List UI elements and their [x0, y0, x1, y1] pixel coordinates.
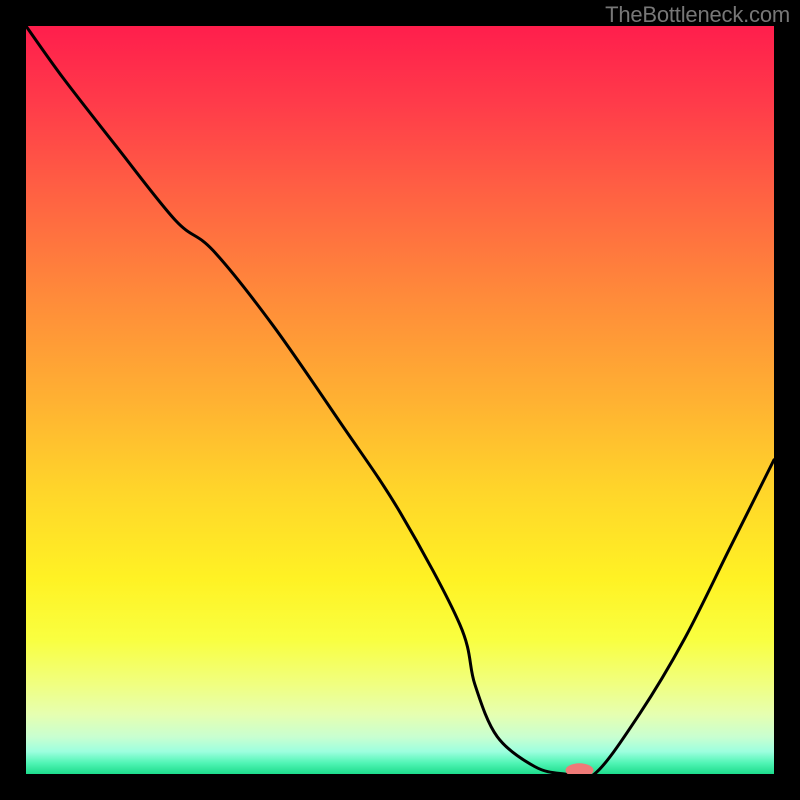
chart-overlay-svg [26, 26, 774, 774]
bottleneck-curve [26, 26, 774, 774]
chart-frame: TheBottleneck.com [0, 0, 800, 800]
optimum-marker [566, 763, 594, 774]
plot-area [26, 26, 774, 774]
watermark-text: TheBottleneck.com [605, 2, 790, 28]
